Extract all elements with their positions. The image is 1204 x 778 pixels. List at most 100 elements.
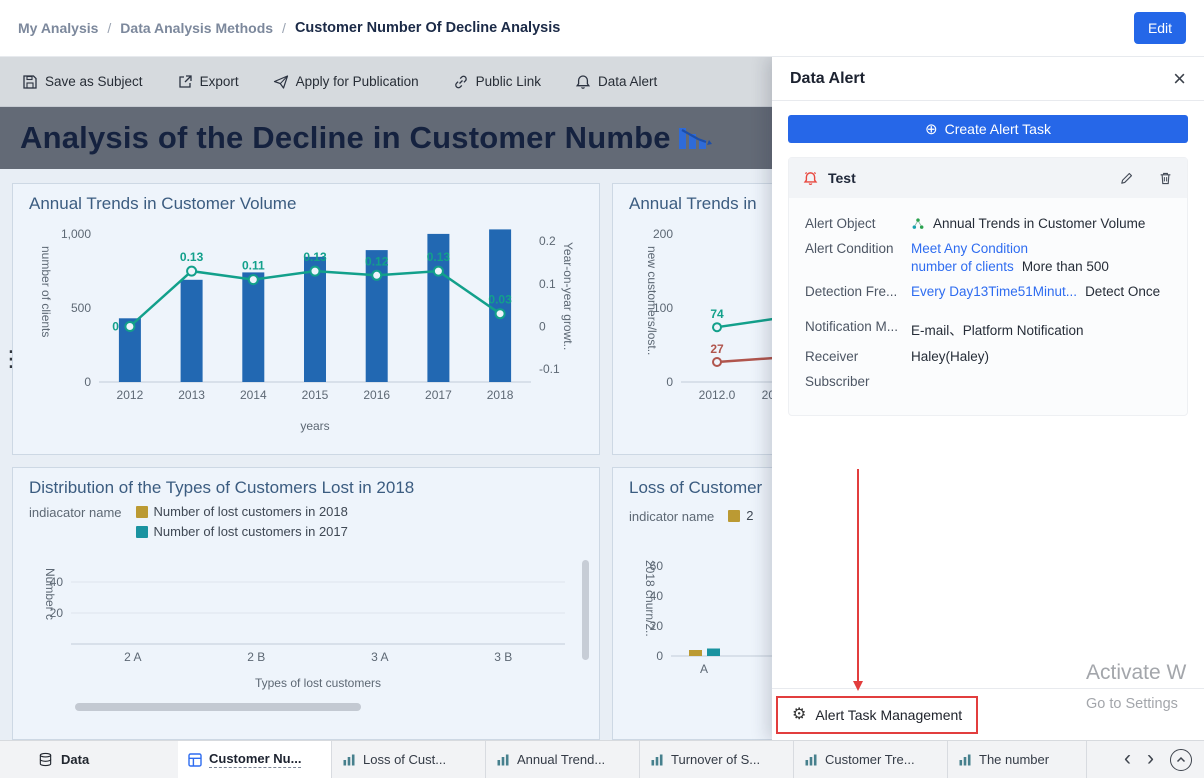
detection-schedule-link[interactable]: Every Day13Time51Minut... (911, 284, 1077, 299)
edit-button[interactable]: Edit (1134, 12, 1186, 44)
close-icon[interactable]: × (1173, 68, 1186, 90)
create-alert-task-button[interactable]: ⊕ Create Alert Task (788, 115, 1188, 143)
legend-swatch (728, 510, 740, 522)
toolbar-export[interactable]: Export (177, 74, 239, 90)
edit-task-icon[interactable] (1119, 171, 1134, 186)
svg-text:Types of lost customers: Types of lost customers (255, 676, 381, 690)
svg-text:0.2: 0.2 (539, 234, 556, 248)
breadcrumb-separator: / (107, 20, 111, 36)
panel-body: ⊕ Create Alert Task Test Alert Object (772, 101, 1204, 688)
bar-chart-canvas: 40202 A2 B3 A3 BTypes of lost customers (13, 554, 600, 704)
notification-value: E-mail、Platform Notification (911, 319, 1084, 339)
svg-text:2013: 2013 (178, 388, 205, 402)
tab-label: Annual Trend... (517, 752, 605, 767)
detection-mode: Detect Once (1085, 284, 1160, 299)
tab-turnover[interactable]: Turnover of S... (640, 741, 794, 778)
toolbar-apply-for-publication[interactable]: Apply for Publication (273, 74, 419, 90)
svg-text:27: 27 (710, 342, 724, 356)
annotation-highlight-box: ⚙ Alert Task Management (776, 696, 978, 734)
toolbar-save-as-subject[interactable]: Save as Subject (22, 74, 143, 90)
breadcrumb-data-analysis-methods[interactable]: Data Analysis Methods (120, 20, 273, 36)
tabs-next-icon[interactable]: › (1147, 748, 1154, 769)
drag-handle[interactable]: ⋮ (0, 348, 14, 370)
toolbar-label: Public Link (476, 74, 541, 89)
svg-text:0.12: 0.12 (365, 254, 389, 268)
delete-task-icon[interactable] (1158, 171, 1173, 186)
toolbar-data-alert[interactable]: Data Alert (575, 74, 657, 90)
svg-text:0: 0 (666, 375, 673, 389)
create-alert-task-label: Create Alert Task (945, 121, 1051, 137)
alert-task-fields: Alert Object Annual Trends in Customer V… (789, 198, 1187, 415)
svg-text:2 B: 2 B (247, 650, 265, 664)
link-icon (453, 74, 469, 90)
svg-text:2012.0: 2012.0 (699, 388, 736, 402)
svg-text:0: 0 (112, 320, 119, 334)
tab-loss-of-customers[interactable]: Loss of Cust... (332, 741, 486, 778)
tab-bar-controls: ‹ › (1086, 741, 1204, 778)
alert-task-management-label: Alert Task Management (815, 707, 962, 723)
svg-text:0: 0 (656, 649, 663, 663)
svg-text:100: 100 (653, 301, 673, 315)
svg-text:200: 200 (653, 227, 673, 241)
legend-item: 2 (728, 508, 753, 523)
svg-text:2016: 2016 (363, 388, 390, 402)
save-icon (22, 74, 38, 90)
field-label: Alert Object (805, 216, 911, 231)
alert-task-card: Test Alert Object Annual Trends in Custo… (788, 157, 1188, 416)
svg-text:3 B: 3 B (494, 650, 512, 664)
database-icon (38, 752, 53, 767)
tab-customer-trends[interactable]: Customer Tre... (794, 741, 948, 778)
drag-dots-icon: ⋮ (0, 346, 22, 371)
svg-text:40: 40 (650, 589, 664, 603)
field-label: Detection Fre... (805, 284, 911, 299)
tab-customer-number-decline[interactable]: Customer Nu... (178, 741, 332, 778)
legend-item: Number of lost customers in 2017 (136, 524, 348, 539)
svg-text:2014: 2014 (240, 388, 267, 402)
annotation-arrow (857, 469, 859, 687)
svg-text:3 A: 3 A (371, 650, 388, 664)
alert-object-row: Alert Object Annual Trends in Customer V… (805, 216, 1179, 231)
svg-text:0: 0 (539, 320, 546, 334)
data-tab[interactable]: Data (0, 741, 178, 778)
toolbar-label: Data Alert (598, 74, 657, 89)
horizontal-scrollbar[interactable] (75, 703, 361, 711)
tab-label: The number (979, 752, 1049, 767)
tab-label: Turnover of S... (671, 752, 760, 767)
receiver-value: Haley(Haley) (911, 349, 989, 364)
toolbar-public-link[interactable]: Public Link (453, 74, 541, 90)
svg-text:-0.1: -0.1 (539, 362, 560, 376)
field-label: Subscriber (805, 374, 911, 389)
alert-task-management-button[interactable]: ⚙ Alert Task Management (778, 698, 976, 732)
collapse-icon[interactable] (1170, 749, 1192, 771)
breadcrumb-separator: / (282, 20, 286, 36)
tabs-prev-icon[interactable]: ‹ (1124, 748, 1131, 769)
svg-text:20: 20 (650, 619, 664, 633)
svg-text:0.03: 0.03 (488, 293, 512, 307)
legend-label: Number of lost customers in 2017 (154, 524, 348, 539)
svg-text:500: 500 (71, 301, 91, 315)
svg-text:1,000: 1,000 (61, 227, 91, 241)
panel-header: Data Alert × (772, 57, 1204, 101)
svg-text:20: 20 (50, 606, 64, 620)
legend-label: 2 (746, 508, 753, 523)
breadcrumb-my-analysis[interactable]: My Analysis (18, 20, 98, 36)
alarm-bell-icon (803, 171, 818, 186)
vertical-scrollbar[interactable] (582, 560, 589, 660)
gear-icon: ⚙ (792, 707, 806, 723)
bottom-tab-bar: Data Customer Nu... Loss of Cust... Annu… (0, 740, 1204, 778)
tab-annual-trends[interactable]: Annual Trend... (486, 741, 640, 778)
alert-condition-row: Alert Condition Meet Any Condition numbe… (805, 241, 1179, 274)
data-tab-label: Data (61, 752, 89, 767)
data-alert-panel: Data Alert × ⊕ Create Alert Task Test (772, 57, 1204, 740)
condition-field-link[interactable]: number of clients (911, 259, 1014, 274)
field-label: Receiver (805, 349, 911, 364)
svg-text:years: years (300, 419, 329, 433)
condition-link[interactable]: Meet Any Condition (911, 241, 1028, 256)
tab-the-number[interactable]: The number (948, 741, 1102, 778)
legend-label: Number of lost customers in 2018 (154, 504, 348, 519)
top-bar: My Analysis / Data Analysis Methods / Cu… (0, 0, 1204, 57)
svg-text:60: 60 (650, 559, 664, 573)
field-label: Notification M... (805, 319, 911, 334)
bar-chart-icon (496, 753, 510, 767)
chart-card-annual-trends-customer-volume: Annual Trends in Customer Volume number … (12, 183, 600, 455)
